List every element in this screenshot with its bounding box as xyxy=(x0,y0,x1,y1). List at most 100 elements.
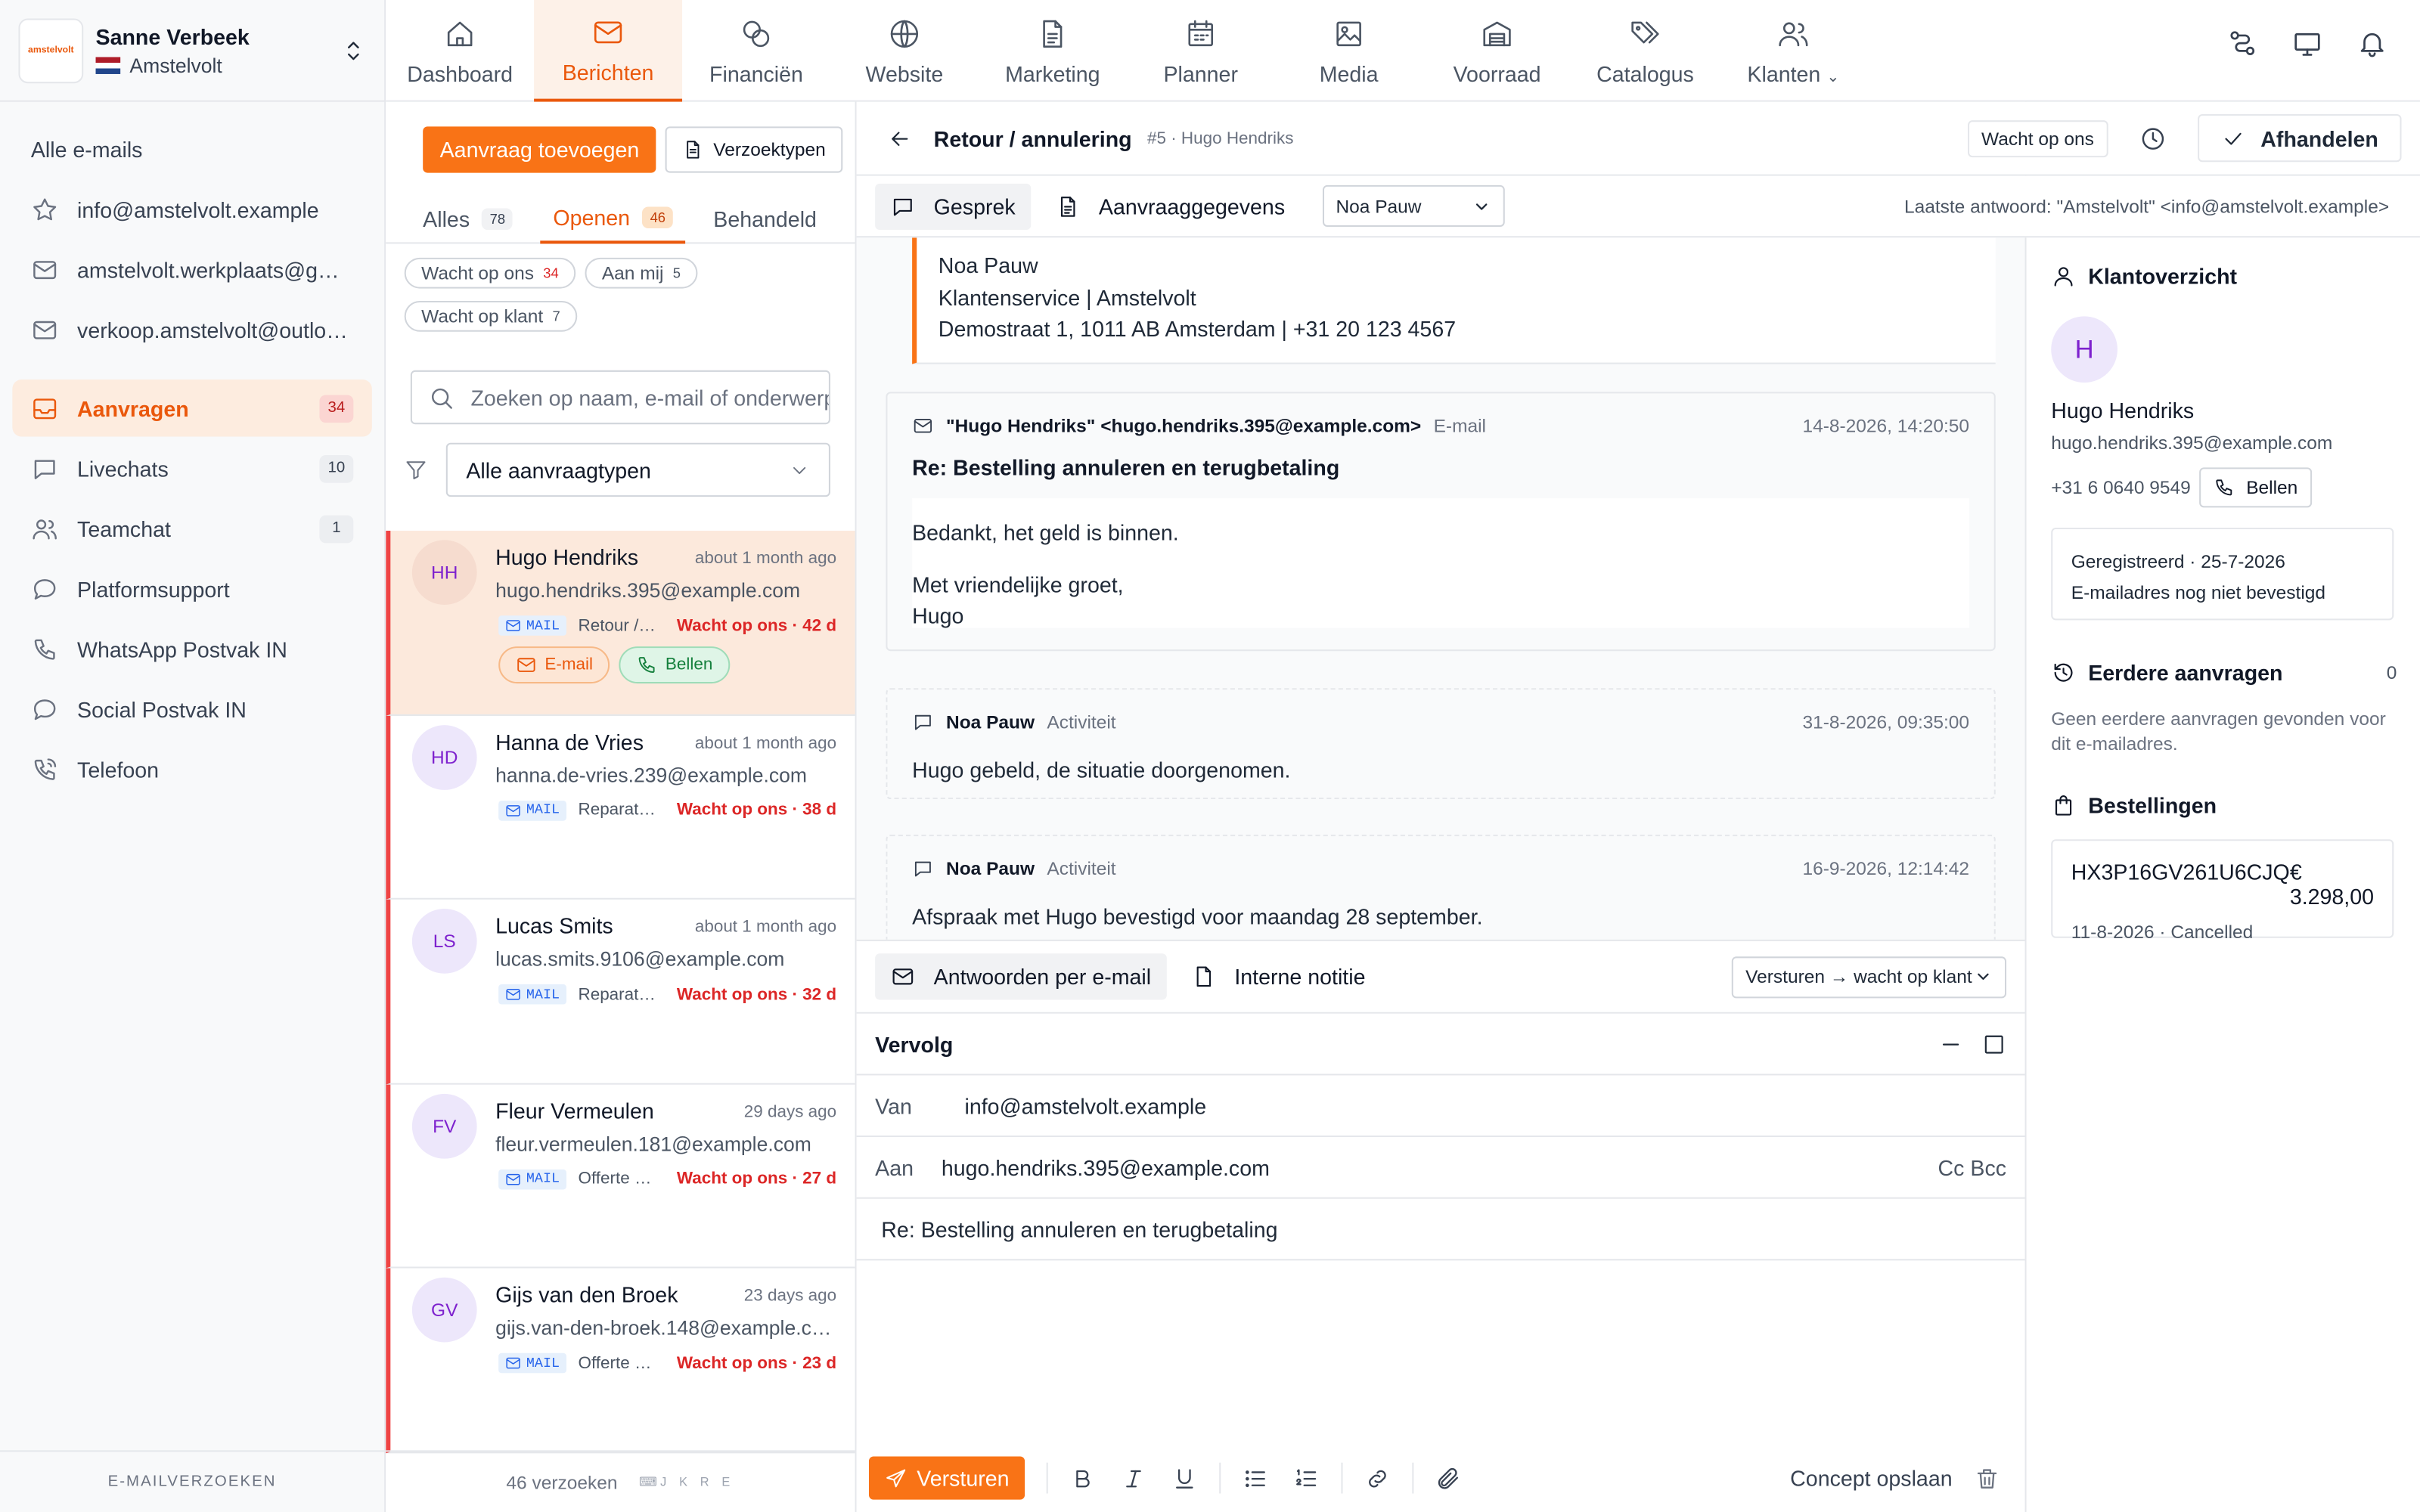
sidebar-item-verkoop-inbox[interactable]: verkoop.amstelvolt@outlook.com xyxy=(12,301,372,358)
avatar: HD xyxy=(411,724,477,790)
chat-bubble-icon xyxy=(33,699,56,720)
email-customer-button[interactable]: E-mail xyxy=(498,646,610,684)
send-mode-select[interactable]: Versturen → wacht op klant xyxy=(1731,956,2007,998)
nav-website[interactable]: Website xyxy=(830,0,979,102)
assignee-select[interactable]: Noa Pauw xyxy=(1322,184,1504,227)
email-composer: Vervolg Van info@amstelvolt.example Aan … xyxy=(856,1013,2025,1512)
sidebar-item-whatsapp[interactable]: WhatsApp Postvak IN xyxy=(12,620,372,677)
request-customer-name: Gijs van den Broek xyxy=(495,1282,678,1308)
call-button[interactable]: Bellen xyxy=(2200,467,2312,508)
cc-bcc-toggle[interactable]: Cc Bcc xyxy=(1938,1155,2006,1180)
italic-icon[interactable] xyxy=(1120,1465,1146,1492)
keyboard-shortcuts-hint: ⌨ J K R E xyxy=(639,1475,735,1489)
maximize-icon[interactable] xyxy=(1981,1031,2006,1056)
nav-financien[interactable]: Financiën xyxy=(682,0,830,102)
nav-voorraad[interactable]: Voorraad xyxy=(1423,0,1571,102)
search-input[interactable]: Zoeken op naam, e-mail of onderwerp xyxy=(410,370,830,425)
tab-behandeld[interactable]: Behandeld xyxy=(701,194,829,243)
message-thread[interactable]: Noa Pauw Klantenservice | Amstelvolt Dem… xyxy=(856,237,2025,940)
resolve-button[interactable]: Afhandelen xyxy=(2197,114,2402,163)
avatar: GV xyxy=(411,1278,477,1343)
chevron-updown-icon[interactable] xyxy=(340,36,368,64)
list-item[interactable]: FV Fleur Vermeulen 29 days ago fleur.ver… xyxy=(386,1084,855,1269)
tab-internal-note[interactable]: Interne notitie xyxy=(1176,953,1381,999)
sidebar-item-info-inbox[interactable]: info@amstelvolt.example xyxy=(12,181,372,238)
request-customer-name: Fleur Vermeulen xyxy=(495,1098,654,1123)
request-email: fleur.vermeulen.181@example.com xyxy=(495,1132,811,1156)
channel-tag: MAIL xyxy=(498,800,566,820)
save-draft-button[interactable]: Concept opslaan xyxy=(1790,1466,1952,1491)
chip-wacht-op-klant[interactable]: Wacht op klant 7 xyxy=(404,300,578,332)
tab-openen[interactable]: Openen 46 xyxy=(541,194,686,244)
list-item[interactable]: HD Hanna de Vries about 1 month ago hann… xyxy=(386,715,855,900)
add-request-button[interactable]: Aanvraag toevoegen xyxy=(423,126,656,173)
list-item[interactable]: LS Lucas Smits about 1 month ago lucas.s… xyxy=(386,900,855,1085)
sidebar-item-teamchat[interactable]: Teamchat 1 xyxy=(12,500,372,557)
tab-alles[interactable]: Alles 78 xyxy=(411,194,526,243)
switch-icon[interactable] xyxy=(2227,28,2258,59)
phone-icon xyxy=(34,638,55,659)
mail-icon xyxy=(33,320,57,339)
teamchat-count-badge: 1 xyxy=(319,514,354,543)
from-row[interactable]: Van info@amstelvolt.example xyxy=(856,1075,2025,1138)
call-customer-button[interactable]: Bellen xyxy=(619,646,730,684)
customer-name: Hugo Hendriks xyxy=(2051,398,2195,423)
clock-icon[interactable] xyxy=(2139,124,2167,152)
list-item[interactable]: HH Hugo Hendriks about 1 month ago hugo.… xyxy=(386,531,855,716)
request-count: 46 verzoeken xyxy=(506,1470,618,1493)
bullet-list-icon[interactable] xyxy=(1243,1465,1269,1492)
order-card[interactable]: HX3P16GV261U6CJQ € 3.298,00 11-8-2026 · … xyxy=(2051,839,2394,943)
monitor-icon[interactable] xyxy=(2292,28,2323,59)
nav-berichten[interactable]: Berichten xyxy=(534,0,683,102)
tab-gesprek[interactable]: Gesprek xyxy=(875,182,1032,230)
nav-media[interactable]: Media xyxy=(1275,0,1423,102)
sidebar-item-platformsupport[interactable]: Platformsupport xyxy=(12,560,372,618)
status-badge[interactable]: Wacht op ons xyxy=(1967,119,2108,157)
customer-phone: +31 6 0640 9549 xyxy=(2051,476,2191,499)
nav-klanten[interactable]: Klanten ⌄ xyxy=(1719,0,1867,102)
phone-icon xyxy=(2217,479,2233,496)
underline-icon[interactable] xyxy=(1171,1465,1198,1492)
to-row[interactable]: Aan hugo.hendriks.395@example.com Cc Bcc xyxy=(856,1137,2025,1199)
channel-tag: MAIL xyxy=(498,1169,566,1190)
avatar: LS xyxy=(411,909,477,974)
chip-wacht-op-ons[interactable]: Wacht op ons 34 xyxy=(404,257,576,289)
numbered-list-icon[interactable] xyxy=(1293,1465,1320,1492)
sidebar-item-social[interactable]: Social Postvak IN xyxy=(12,680,372,738)
tab-reply-email[interactable]: Antwoorden per e-mail xyxy=(875,953,1167,1000)
sidebar-item-werkplaats-inbox[interactable]: amstelvolt.werkplaats@gmail.com xyxy=(12,240,372,298)
paperclip-icon[interactable] xyxy=(1435,1465,1462,1492)
nav-catalogus[interactable]: Catalogus xyxy=(1571,0,1720,102)
account-switcher[interactable]: amstelvolt Sanne Verbeek Amstelvolt xyxy=(0,0,386,102)
arrow-left-icon[interactable] xyxy=(887,125,912,150)
chat-bubble-icon xyxy=(33,578,56,600)
check-icon xyxy=(2224,132,2242,144)
nav-planner[interactable]: Planner xyxy=(1127,0,1275,102)
sidebar-item-livechats[interactable]: Livechats 10 xyxy=(12,440,372,497)
filter-icon xyxy=(406,461,426,479)
minimize-icon[interactable] xyxy=(1938,1031,1963,1056)
link-icon[interactable] xyxy=(1364,1465,1391,1492)
aanvragen-count-badge: 34 xyxy=(319,394,354,423)
bold-icon[interactable] xyxy=(1069,1465,1096,1492)
trash-icon[interactable] xyxy=(1974,1465,2000,1492)
composer-body[interactable] xyxy=(857,1260,2025,1439)
sidebar-item-telefoon[interactable]: Telefoon xyxy=(12,741,372,798)
keyboard-icon: ⌨ xyxy=(639,1475,661,1489)
previous-requests-count: 0 xyxy=(2386,662,2397,684)
tab-aanvraaggegevens[interactable]: Aanvraaggegevens xyxy=(1040,183,1300,229)
list-item[interactable]: GV Gijs van den Broek 23 days ago gijs.v… xyxy=(386,1269,855,1454)
sidebar-item-aanvragen[interactable]: Aanvragen 34 xyxy=(12,380,372,437)
phone-call-icon xyxy=(34,758,57,779)
nav-dashboard[interactable]: Dashboard xyxy=(386,0,534,102)
request-types-button[interactable]: Verzoektypen xyxy=(666,126,843,173)
inbox-icon xyxy=(33,398,57,419)
request-type-select[interactable]: Alle aanvraagtypen xyxy=(445,442,830,497)
chip-aan-mij[interactable]: Aan mij 5 xyxy=(585,257,698,289)
conversation-panel: Retour / annulering #5 · Hugo Hendriks W… xyxy=(856,101,2420,1512)
send-button[interactable]: Versturen xyxy=(868,1456,1025,1500)
subject-field[interactable]: Re: Bestelling annuleren en terugbetalin… xyxy=(856,1199,2025,1261)
nav-marketing[interactable]: Marketing xyxy=(979,0,1127,102)
bell-icon[interactable] xyxy=(2356,28,2387,59)
sidebar-item-all-emails[interactable]: Alle e-mails xyxy=(12,120,372,178)
